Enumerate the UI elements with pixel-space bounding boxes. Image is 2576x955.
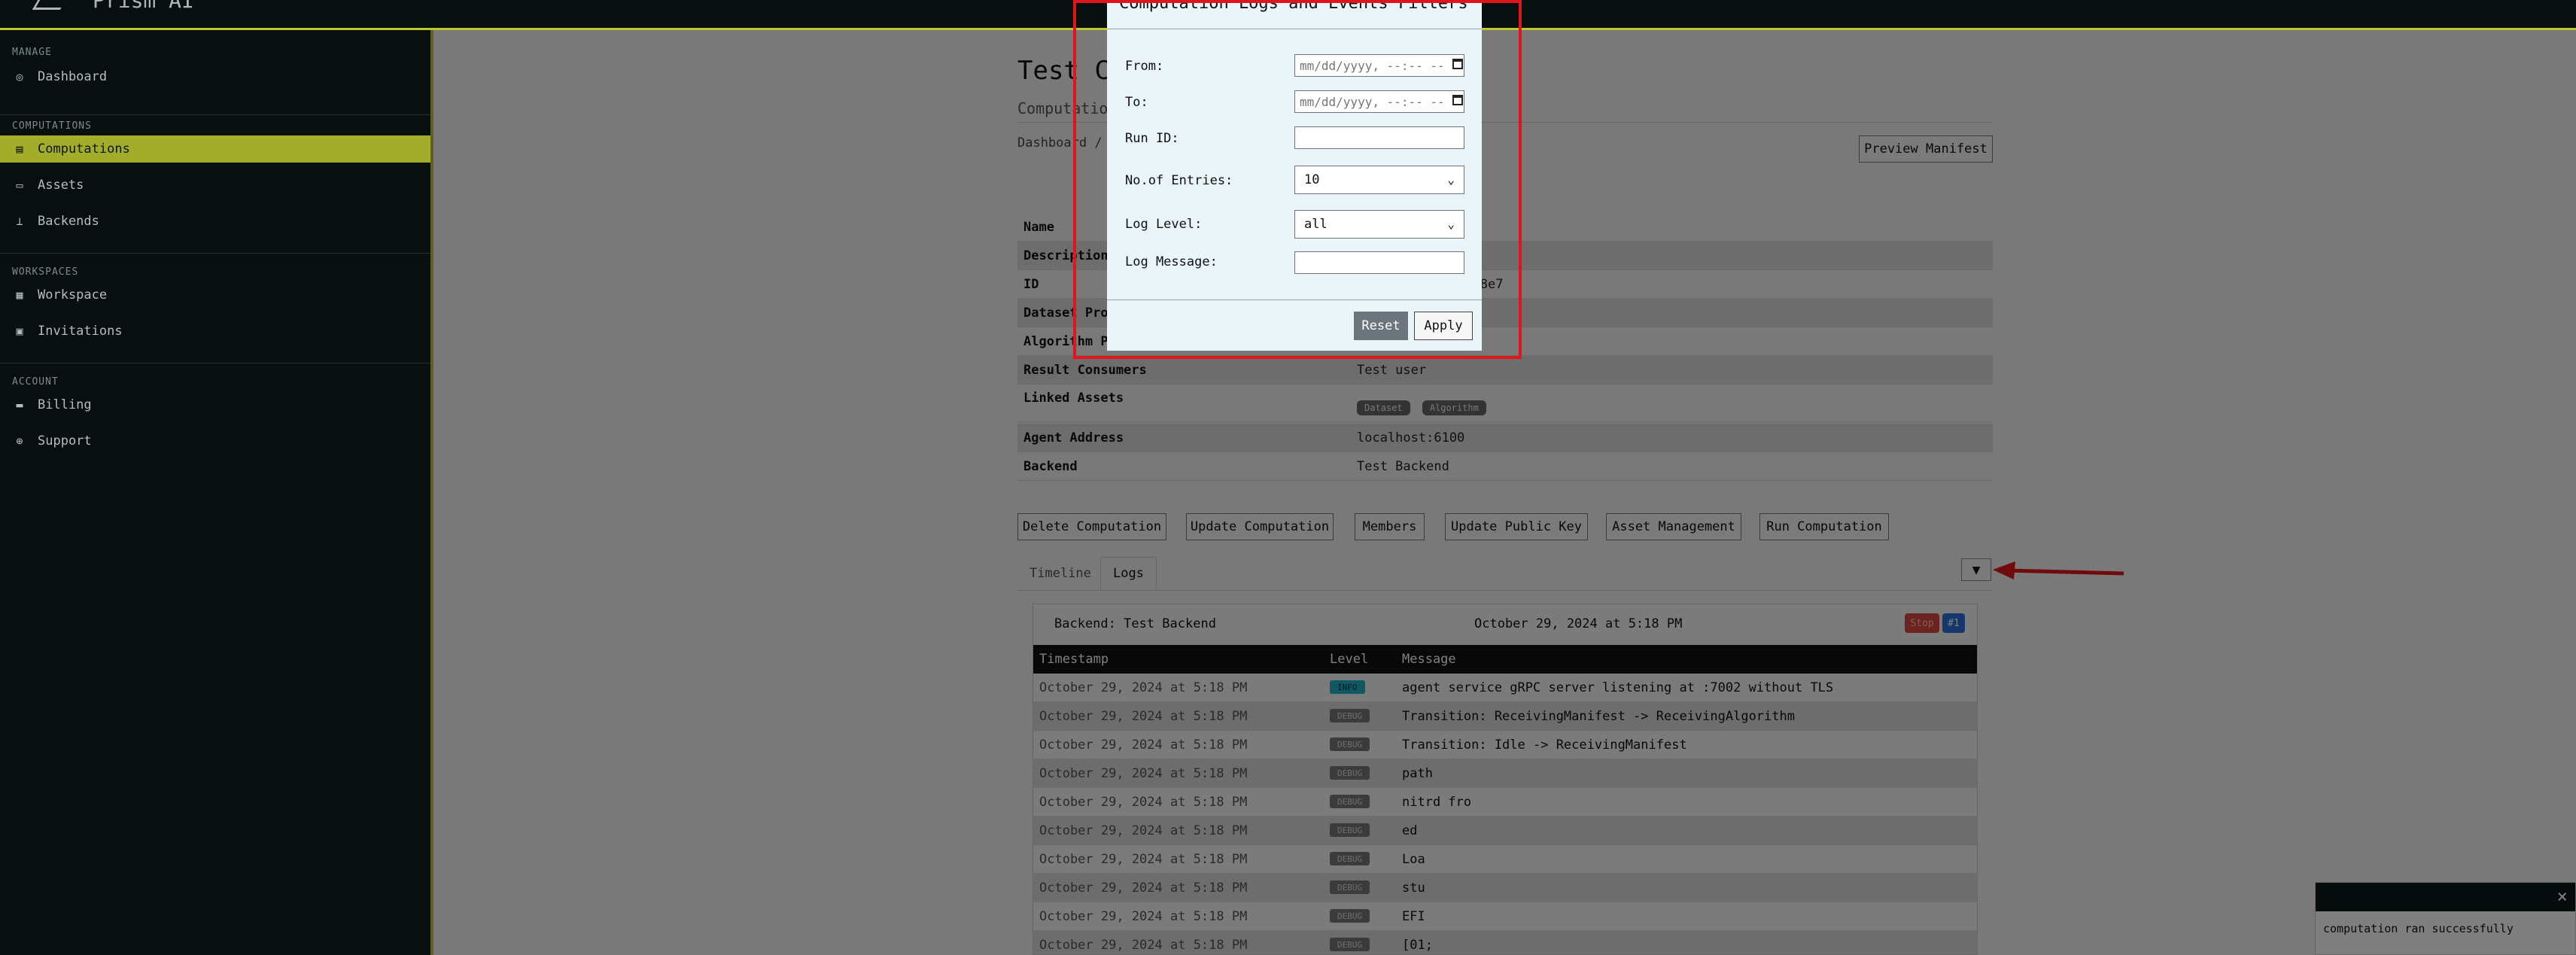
sidebar-item-dashboard[interactable]: ◎ Dashboard — [0, 63, 430, 90]
sidebar-item-computations[interactable]: ▤ Computations — [0, 135, 430, 163]
brand-name: Prism AI — [93, 0, 194, 13]
prism-logo-icon — [32, 0, 71, 10]
lifebuoy-icon: ⊕ — [16, 434, 23, 448]
wallet-icon: ▬ — [16, 398, 23, 412]
sidebar-divider — [0, 253, 430, 254]
sidebar-item-label: Support — [38, 433, 92, 449]
sidebar-section-workspaces: WORKSPACES — [12, 266, 79, 278]
card-icon: ▣ — [16, 324, 23, 338]
sidebar-item-label: Billing — [38, 397, 92, 412]
sidebar-item-support[interactable]: ⊕ Support — [0, 427, 430, 455]
sidebar-section-account: ACCOUNT — [12, 376, 59, 388]
sidebar-item-billing[interactable]: ▬ Billing — [0, 391, 430, 418]
sidebar-item-label: Workspace — [38, 287, 108, 303]
building-icon: ▦ — [16, 288, 23, 302]
sidebar-item-label: Backends — [38, 214, 99, 229]
sidebar-section-manage: MANAGE — [12, 47, 52, 58]
sidebar-item-workspace[interactable]: ▦ Workspace — [0, 281, 430, 309]
stack-icon: ▤ — [16, 142, 23, 156]
folder-icon: ▭ — [16, 178, 23, 192]
gauge-icon: ◎ — [16, 70, 23, 84]
sidebar-item-backends[interactable]: ⊥ Backends — [0, 208, 430, 235]
sidebar-item-label: Invitations — [38, 324, 123, 339]
sidebar-item-invitations[interactable]: ▣ Invitations — [0, 318, 430, 345]
sitemap-icon: ⊥ — [16, 214, 23, 228]
sidebar: MANAGE ◎ Dashboard COMPUTATIONS ▤ Comput… — [0, 30, 430, 955]
red-highlight-box — [1073, 0, 1522, 359]
sidebar-item-label: Dashboard — [38, 69, 108, 84]
sidebar-divider — [0, 114, 430, 115]
sidebar-item-label: Assets — [38, 178, 84, 193]
sidebar-item-label: Computations — [38, 141, 130, 157]
sidebar-section-computations: COMPUTATIONS — [12, 120, 92, 132]
sidebar-item-assets[interactable]: ▭ Assets — [0, 172, 430, 199]
brand[interactable]: Prism AI — [32, 0, 194, 13]
